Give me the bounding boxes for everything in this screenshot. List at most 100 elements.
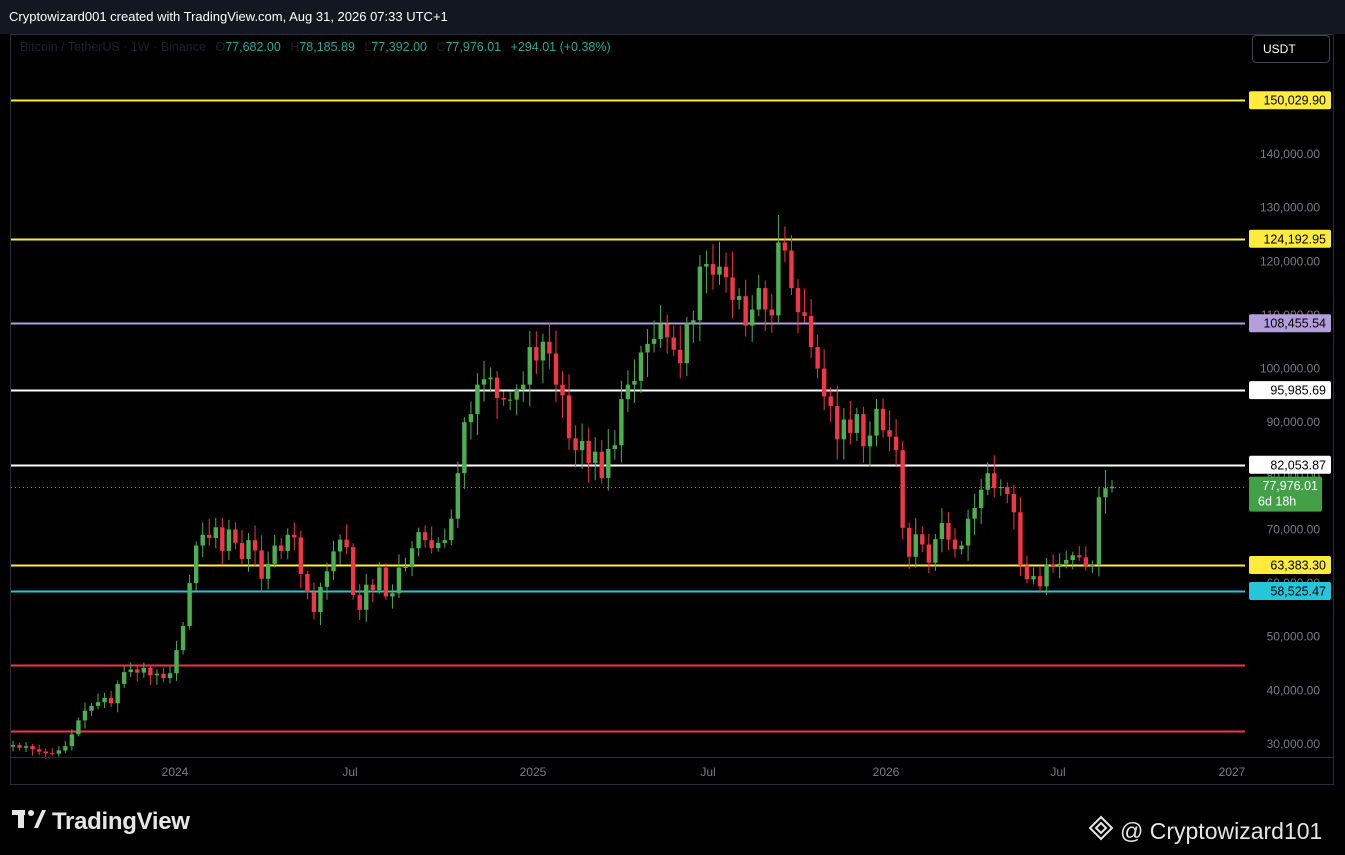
candle-body	[10, 745, 16, 747]
candle	[187, 574, 192, 630]
candle	[1057, 553, 1062, 579]
candle-body	[723, 266, 729, 278]
x-tick-label: Jul	[1050, 765, 1065, 779]
candle-body	[802, 312, 807, 316]
candle-body	[1077, 555, 1082, 558]
candle-body	[1057, 563, 1062, 567]
candle-body	[874, 408, 879, 436]
candle	[63, 740, 68, 753]
candle-body	[1031, 576, 1036, 580]
candle	[704, 250, 709, 294]
candle	[540, 333, 546, 384]
candle	[1024, 555, 1030, 584]
candle-body	[632, 380, 637, 385]
candle	[619, 380, 624, 463]
candle-body	[710, 263, 716, 275]
candle-body	[187, 583, 192, 626]
candle-body	[442, 540, 447, 543]
candle-body	[200, 534, 205, 546]
candle-body	[776, 242, 781, 316]
x-tick-label: 2026	[873, 765, 900, 779]
candle	[292, 522, 297, 551]
candle	[808, 299, 814, 359]
candle-body	[252, 540, 258, 551]
candle	[1103, 470, 1108, 514]
candle	[409, 541, 415, 577]
candle	[985, 462, 990, 496]
candle-body	[357, 594, 362, 610]
candle-body	[259, 550, 264, 579]
candle	[1037, 567, 1043, 593]
candle-body	[36, 749, 42, 752]
candle-body	[226, 529, 232, 551]
candle	[547, 323, 552, 369]
candle	[913, 518, 918, 568]
candle	[357, 584, 362, 621]
candle	[717, 241, 722, 285]
y-tick-label: 50,000.00	[1267, 630, 1321, 644]
candle	[841, 408, 846, 460]
candle	[259, 535, 264, 592]
candle	[462, 417, 467, 489]
candle-body	[409, 548, 415, 567]
candle	[154, 669, 160, 685]
candle-body	[220, 527, 225, 551]
level-label: 82,053.87	[1270, 458, 1326, 472]
candle	[89, 703, 94, 716]
candle-body	[861, 414, 866, 447]
candle-body	[396, 567, 402, 594]
level-label: 58,525.47	[1270, 584, 1326, 598]
candle	[893, 419, 899, 466]
candle	[828, 387, 833, 423]
candle-body	[272, 545, 277, 564]
candle-body	[1005, 487, 1010, 495]
level-label: 63,383.30	[1270, 558, 1326, 572]
candle	[782, 226, 788, 263]
candle-body	[174, 650, 179, 674]
candle	[429, 526, 434, 554]
candle	[17, 742, 22, 751]
tradingview-logo: TradingView	[12, 808, 190, 836]
candle	[795, 279, 801, 334]
candle-body	[390, 593, 395, 597]
candle-body	[1096, 497, 1102, 565]
candle-body	[462, 422, 467, 474]
candle-body	[998, 487, 1003, 489]
author-watermark: @ Cryptowizard101	[1088, 815, 1322, 847]
candle	[318, 582, 323, 626]
candle-body	[560, 384, 565, 396]
candle-body	[82, 710, 88, 721]
candle-body	[678, 349, 683, 364]
candle-body	[815, 347, 820, 369]
candle-body	[429, 540, 434, 549]
candle	[239, 529, 245, 565]
candle	[494, 370, 500, 419]
candle-body	[907, 527, 912, 557]
y-tick-label: 140,000.00	[1260, 147, 1320, 161]
candles	[10, 215, 1115, 759]
candle-body	[717, 266, 722, 275]
candle	[95, 693, 101, 710]
candle-body	[207, 534, 212, 539]
candle	[468, 401, 474, 440]
candle-body	[494, 377, 500, 399]
candle-body	[553, 353, 559, 385]
candle	[776, 215, 781, 324]
candle	[684, 316, 689, 376]
candle-body	[507, 399, 513, 401]
candle-body	[763, 288, 768, 310]
candle-body	[350, 547, 356, 595]
candle-body	[599, 451, 604, 478]
candle-body	[1109, 486, 1115, 489]
candle-body	[455, 473, 461, 519]
candle-body	[108, 697, 114, 704]
candle-body	[841, 419, 846, 440]
candle-body	[344, 539, 349, 548]
candle-body	[468, 414, 474, 423]
currency-button[interactable]: USDT	[1252, 35, 1330, 63]
candle-body	[1011, 494, 1017, 513]
candle	[802, 288, 807, 323]
candle-body	[540, 341, 546, 361]
candle-body	[305, 573, 310, 593]
candlestick-chart[interactable]: 150,000.00140,000.00130,000.00120,000.00…	[0, 0, 1345, 855]
